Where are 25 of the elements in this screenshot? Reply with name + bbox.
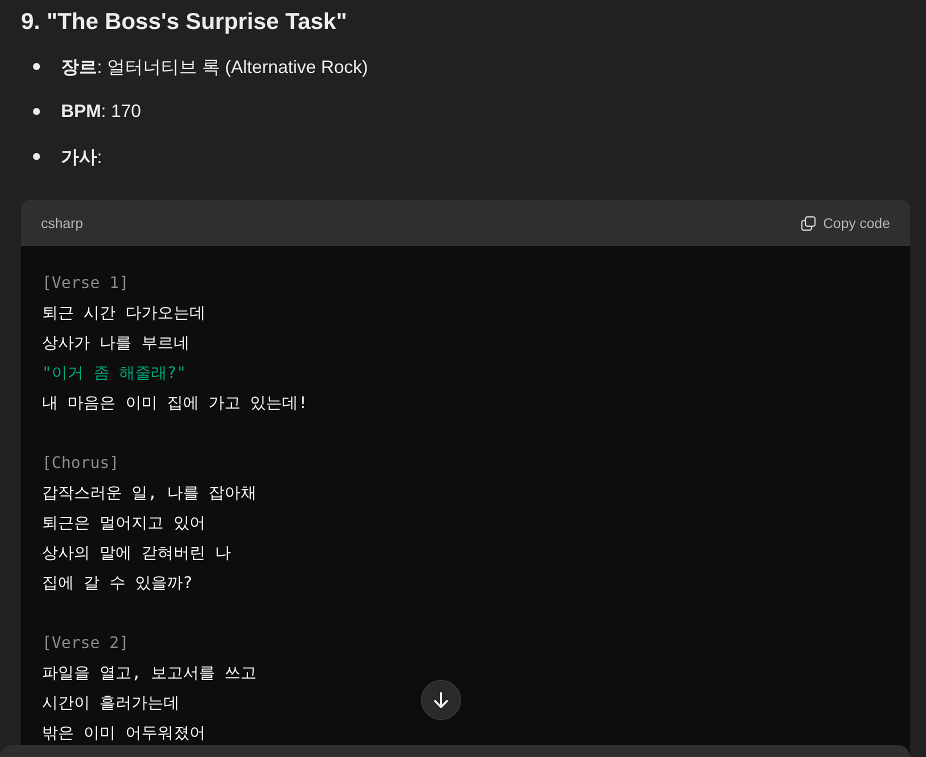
lyric-line: 내 마음은 이미 집에 가고 있는데! [42, 392, 308, 414]
copy-code-button[interactable]: Copy code [801, 215, 890, 231]
section-tag: [Verse 2] [42, 628, 129, 658]
detail-text: 장르: 얼터너티브 록 (Alternative Rock) [61, 56, 368, 78]
section-tag: [Verse 1] [42, 268, 129, 298]
detail-text: BPM: 170 [61, 101, 142, 122]
detail-text: 가사: [61, 146, 102, 168]
language-label: csharp [41, 215, 84, 231]
lyric-line: 상사의 말에 갇혀버린 나 [42, 542, 231, 564]
bullet-icon [33, 108, 40, 115]
down-arrow-icon [432, 691, 450, 709]
lyric-line: 퇴근 시간 다가오는데 [42, 302, 206, 324]
section-tag: [Chorus] [42, 448, 120, 478]
bullet-icon [33, 153, 40, 160]
lyric-line: 퇴근은 멀어지고 있어 [42, 512, 206, 534]
lyric-line: 시간이 흘러가는데 [42, 692, 180, 714]
lyric-line: 갑작스러운 일, 나를 잡아채 [42, 482, 257, 504]
section-heading: 9. "The Boss's Surprise Task" [20, 7, 348, 36]
lyric-line: "이거 좀 해줄래?" [42, 362, 186, 384]
copy-icon [801, 216, 816, 230]
lyric-line: 상사가 나를 부르네 [42, 332, 190, 354]
bullet-icon [33, 63, 40, 70]
lyric-line: 밖은 이미 어두워졌어 [42, 722, 206, 744]
lyric-line: 집에 갈 수 있을까? [42, 572, 193, 594]
lyric-line: 파일을 열고, 보고서를 쓰고 [42, 662, 257, 684]
